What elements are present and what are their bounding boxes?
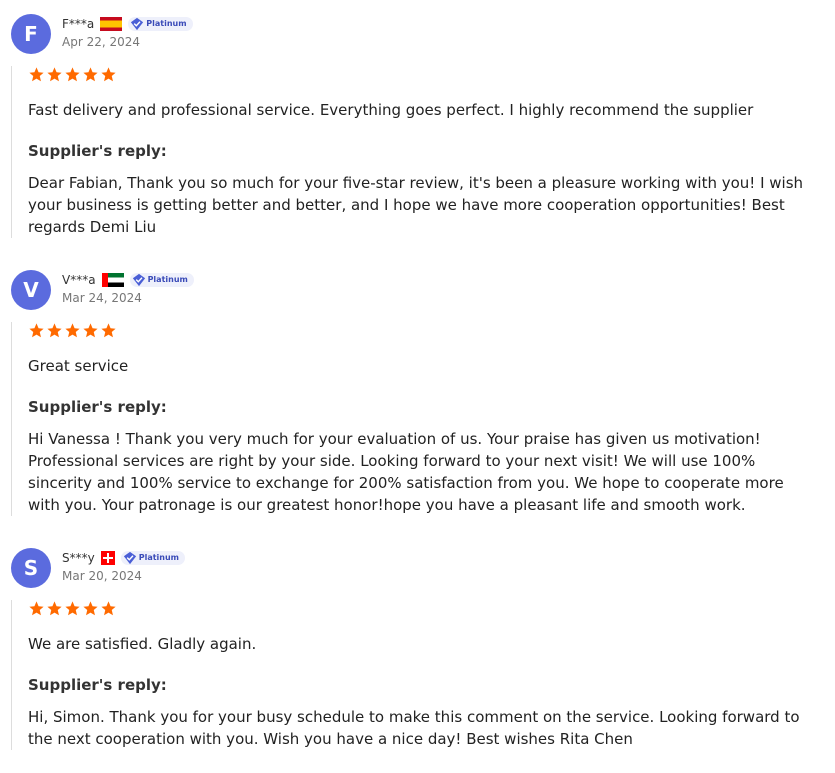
- reviewer-meta: S***y Platinum: [62, 550, 186, 566]
- review-body: We are satisfied. Gladly again. Supplier…: [11, 600, 818, 750]
- supplier-reply-label: Supplier's reply:: [28, 676, 167, 694]
- star-icon: [29, 67, 44, 82]
- avatar: F: [11, 14, 51, 54]
- badge-label: Platinum: [147, 275, 188, 284]
- verified-diamond-icon: [132, 273, 145, 287]
- review-text: We are satisfied. Gladly again.: [28, 635, 257, 653]
- verified-diamond-icon: [131, 17, 144, 31]
- star-icon: [101, 67, 116, 82]
- supplier-reply-label: Supplier's reply:: [28, 142, 167, 160]
- badge-label: Platinum: [138, 553, 180, 562]
- star-icon: [83, 323, 98, 338]
- platinum-badge: Platinum: [128, 17, 193, 31]
- supplier-reply-text: Dear Fabian, Thank you so much for your …: [28, 174, 804, 236]
- platinum-badge: Platinum: [120, 551, 186, 565]
- star-icon: [65, 67, 80, 82]
- star-icon: [29, 601, 44, 616]
- review-date: Apr 22, 2024: [62, 35, 141, 49]
- star-icon: [47, 67, 62, 82]
- supplier-reply-text: Hi, Simon. Thank you for your busy sched…: [28, 708, 800, 748]
- star-icon: [65, 323, 80, 338]
- star-icon: [65, 601, 80, 616]
- star-rating: [28, 322, 818, 340]
- star-icon: [83, 67, 98, 82]
- avatar: S: [11, 548, 51, 588]
- star-icon: [83, 601, 98, 616]
- avatar: V: [11, 270, 51, 310]
- star-rating: [28, 66, 818, 84]
- star-icon: [101, 601, 116, 616]
- verified-diamond-icon: [123, 551, 136, 565]
- review-body: Great service Supplier's reply: Hi Vanes…: [11, 322, 818, 516]
- uae-flag-icon: [101, 273, 124, 287]
- reviewer-name: S***y: [62, 551, 95, 565]
- reviewer-name: F***a: [62, 17, 95, 31]
- star-icon: [47, 323, 62, 338]
- supplier-reply-text: Hi Vanessa ! Thank you very much for you…: [28, 430, 784, 514]
- reviewer-meta: V***a Platinum: [62, 272, 194, 288]
- review-date: Mar 20, 2024: [62, 569, 142, 583]
- reviewer-name: V***a: [62, 273, 96, 287]
- review-date: Mar 24, 2024: [62, 291, 142, 305]
- star-icon: [47, 601, 62, 616]
- review-text: Great service: [28, 357, 129, 375]
- spain-flag-icon: [100, 17, 123, 31]
- review-body: Fast delivery and professional service. …: [11, 66, 818, 238]
- supplier-reply-label: Supplier's reply:: [28, 398, 167, 416]
- star-icon: [101, 323, 116, 338]
- star-rating: [28, 600, 818, 618]
- badge-label: Platinum: [146, 19, 187, 28]
- switzerland-flag-icon: [100, 551, 115, 565]
- reviewer-meta: F***a Platinum: [62, 16, 193, 32]
- review-text: Fast delivery and professional service. …: [28, 101, 754, 119]
- platinum-badge: Platinum: [129, 273, 194, 287]
- star-icon: [29, 323, 44, 338]
